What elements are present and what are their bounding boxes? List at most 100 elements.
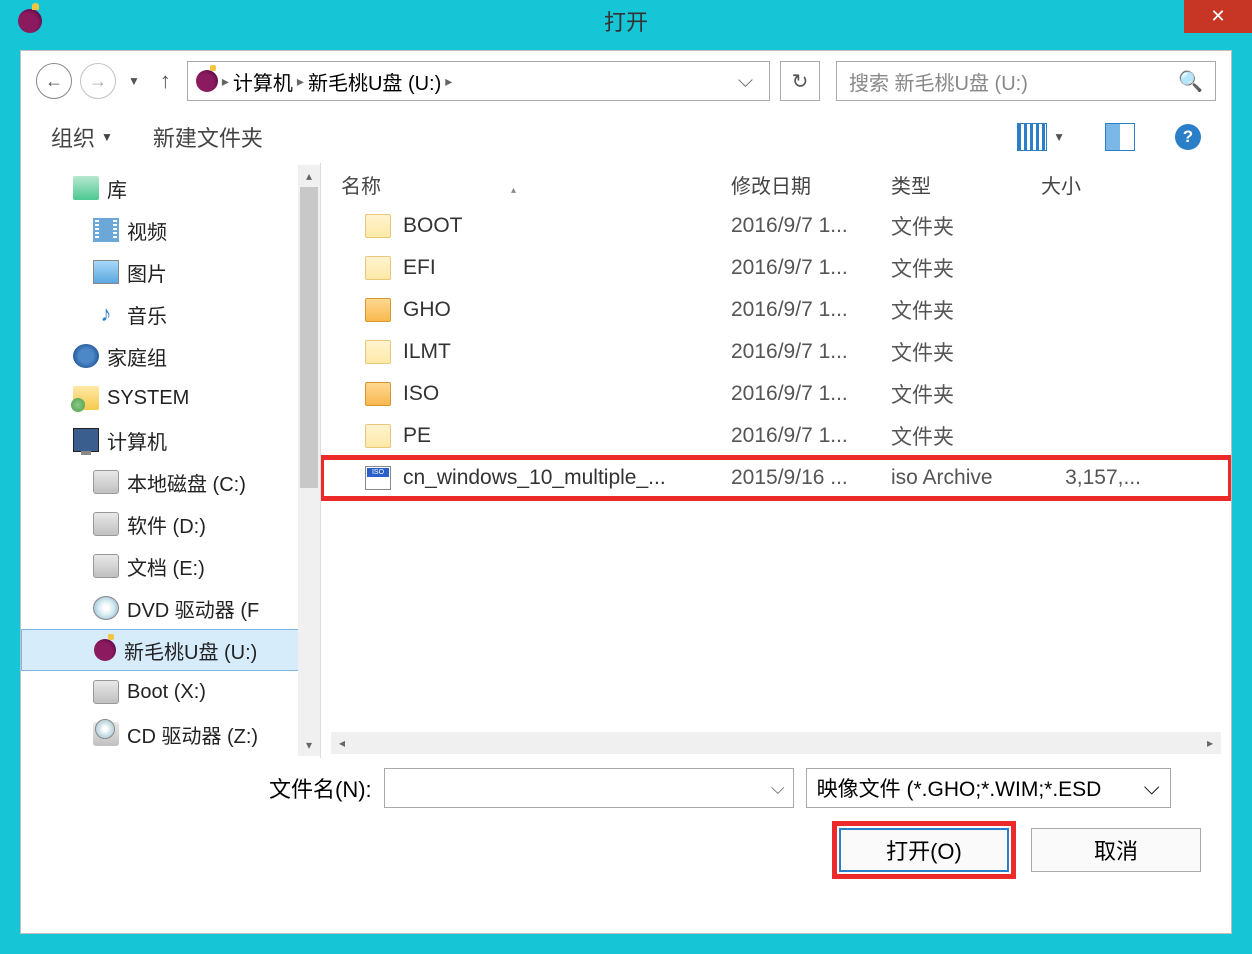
cancel-button[interactable]: 取消 bbox=[1031, 828, 1201, 872]
close-button[interactable]: ✕ bbox=[1184, 0, 1252, 33]
file-list-area: 名称▴ 修改日期 类型 大小 BOOT2016/9/7 1...文件夹 EFI2… bbox=[321, 163, 1231, 758]
scroll-track[interactable] bbox=[298, 187, 320, 734]
chevron-down-icon: ⌵ bbox=[1144, 776, 1160, 800]
tree-boot-x[interactable]: Boot (X:) bbox=[21, 671, 320, 713]
dvd-icon bbox=[93, 596, 119, 620]
app-icon bbox=[18, 9, 42, 33]
refresh-button[interactable]: ↻ bbox=[780, 61, 820, 101]
column-size[interactable]: 大小 bbox=[1041, 170, 1121, 199]
search-input[interactable]: 搜索 新毛桃U盘 (U:) 🔍 bbox=[836, 61, 1216, 101]
music-icon: ♪ bbox=[93, 302, 119, 326]
column-name[interactable]: 名称▴ bbox=[341, 170, 731, 199]
organize-button[interactable]: 组织 ▼ bbox=[51, 121, 113, 153]
breadcrumb[interactable]: ▸ 计算机 ▸ 新毛桃U盘 (U:) ▸ ⌵ bbox=[187, 61, 770, 101]
search-placeholder: 搜索 新毛桃U盘 (U:) bbox=[849, 67, 1028, 96]
homegroup-icon bbox=[73, 344, 99, 368]
drive-icon bbox=[93, 680, 119, 704]
chevron-right-icon[interactable]: ▸ bbox=[222, 73, 229, 90]
button-row: 打开(O) 取消 bbox=[51, 828, 1201, 872]
sort-indicator-icon: ▴ bbox=[511, 185, 516, 196]
toolbar: 组织 ▼ 新建文件夹 ▼ ? bbox=[21, 111, 1231, 163]
open-button[interactable]: 打开(O) bbox=[839, 828, 1009, 872]
content-area: 库 视频 图片 ♪音乐 家庭组 SYSTEM 计算机 本地磁盘 (C:) 软件 … bbox=[21, 163, 1231, 758]
scroll-track[interactable] bbox=[353, 732, 1199, 754]
library-icon bbox=[73, 176, 99, 200]
tree-music[interactable]: ♪音乐 bbox=[21, 293, 320, 335]
file-row[interactable]: ILMT2016/9/7 1...文件夹 bbox=[321, 331, 1231, 373]
preview-pane-button[interactable] bbox=[1105, 123, 1135, 151]
file-list: BOOT2016/9/7 1...文件夹 EFI2016/9/7 1...文件夹… bbox=[321, 205, 1231, 758]
drive-icon bbox=[93, 512, 119, 536]
scroll-left-icon[interactable]: ◂ bbox=[331, 732, 353, 754]
folder-icon bbox=[365, 214, 391, 238]
bottom-panel: 文件名(N): ⌵ 映像文件 (*.GHO;*.WIM;*.ESD ⌵ 打开(O… bbox=[21, 758, 1231, 882]
pictures-icon bbox=[93, 260, 119, 284]
tree-computer[interactable]: 计算机 bbox=[21, 419, 320, 461]
video-icon bbox=[93, 218, 119, 242]
drive-icon bbox=[93, 554, 119, 578]
scroll-up-icon[interactable]: ▴ bbox=[298, 165, 320, 187]
file-row[interactable]: GHO2016/9/7 1...文件夹 bbox=[321, 289, 1231, 331]
tree-drive-c[interactable]: 本地磁盘 (C:) bbox=[21, 461, 320, 503]
horizontal-scrollbar[interactable]: ◂ ▸ bbox=[331, 732, 1221, 754]
chevron-right-icon[interactable]: ▸ bbox=[445, 73, 452, 90]
tree-library[interactable]: 库 bbox=[21, 167, 320, 209]
column-headers: 名称▴ 修改日期 类型 大小 bbox=[321, 163, 1231, 205]
search-icon[interactable]: 🔍 bbox=[1178, 69, 1203, 94]
breadcrumb-dropdown-icon[interactable]: ⌵ bbox=[738, 70, 761, 93]
navigation-tree: 库 视频 图片 ♪音乐 家庭组 SYSTEM 计算机 本地磁盘 (C:) 软件 … bbox=[21, 163, 321, 758]
chevron-right-icon[interactable]: ▸ bbox=[297, 73, 304, 90]
folder-icon bbox=[365, 256, 391, 280]
new-folder-button[interactable]: 新建文件夹 bbox=[153, 121, 263, 153]
column-date[interactable]: 修改日期 bbox=[731, 170, 891, 199]
scroll-right-icon[interactable]: ▸ bbox=[1199, 732, 1221, 754]
chevron-down-icon[interactable]: ⌵ bbox=[771, 778, 785, 799]
file-row[interactable]: BOOT2016/9/7 1...文件夹 bbox=[321, 205, 1231, 247]
folder-icon bbox=[365, 298, 391, 322]
file-row[interactable]: EFI2016/9/7 1...文件夹 bbox=[321, 247, 1231, 289]
scroll-thumb[interactable] bbox=[300, 187, 318, 488]
file-row[interactable]: PE2016/9/7 1...文件夹 bbox=[321, 415, 1231, 457]
tree-video[interactable]: 视频 bbox=[21, 209, 320, 251]
filename-input[interactable]: ⌵ bbox=[384, 768, 794, 808]
back-button[interactable]: ← bbox=[36, 63, 72, 99]
filename-label: 文件名(N): bbox=[269, 772, 372, 804]
help-button[interactable]: ? bbox=[1175, 124, 1201, 150]
file-row[interactable]: ISO2016/9/7 1...文件夹 bbox=[321, 373, 1231, 415]
folder-icon bbox=[365, 382, 391, 406]
view-mode-button[interactable]: ▼ bbox=[1017, 123, 1065, 151]
tree-usb-u[interactable]: 新毛桃U盘 (U:) bbox=[21, 629, 320, 671]
titlebar: 打开 ✕ bbox=[0, 0, 1252, 42]
folder-icon bbox=[365, 424, 391, 448]
tree-scrollbar[interactable]: ▴ ▾ bbox=[298, 165, 320, 756]
open-dialog-window: 打开 ✕ ← → ▼ ↑ ▸ 计算机 ▸ 新毛桃U盘 (U:) ▸ ⌵ ↻ 搜索… bbox=[0, 0, 1252, 954]
tree-pictures[interactable]: 图片 bbox=[21, 251, 320, 293]
scroll-down-icon[interactable]: ▾ bbox=[298, 734, 320, 756]
tree-homegroup[interactable]: 家庭组 bbox=[21, 335, 320, 377]
file-type-filter[interactable]: 映像文件 (*.GHO;*.WIM;*.ESD ⌵ bbox=[806, 768, 1171, 808]
breadcrumb-seg-drive[interactable]: 新毛桃U盘 (U:) bbox=[308, 67, 441, 96]
drive-icon bbox=[93, 470, 119, 494]
column-type[interactable]: 类型 bbox=[891, 170, 1041, 199]
tree-dvd-f[interactable]: DVD 驱动器 (F bbox=[21, 587, 320, 629]
peach-icon bbox=[94, 639, 116, 661]
chevron-down-icon: ▼ bbox=[1053, 130, 1065, 144]
tree-drive-d[interactable]: 软件 (D:) bbox=[21, 503, 320, 545]
iso-file-icon bbox=[365, 466, 391, 490]
forward-button[interactable]: → bbox=[80, 63, 116, 99]
navigation-row: ← → ▼ ↑ ▸ 计算机 ▸ 新毛桃U盘 (U:) ▸ ⌵ ↻ 搜索 新毛桃U… bbox=[21, 51, 1231, 111]
dialog-body: ← → ▼ ↑ ▸ 计算机 ▸ 新毛桃U盘 (U:) ▸ ⌵ ↻ 搜索 新毛桃U… bbox=[20, 50, 1232, 934]
tree-cd-z[interactable]: CD 驱动器 (Z:) bbox=[21, 713, 320, 755]
up-button[interactable]: ↑ bbox=[152, 68, 179, 94]
filename-row: 文件名(N): ⌵ 映像文件 (*.GHO;*.WIM;*.ESD ⌵ bbox=[51, 768, 1201, 808]
folder-icon bbox=[365, 340, 391, 364]
file-row-iso[interactable]: cn_windows_10_multiple_...2015/9/16 ...i… bbox=[321, 457, 1231, 499]
history-dropdown-icon[interactable]: ▼ bbox=[124, 74, 144, 88]
window-title: 打开 bbox=[604, 5, 648, 37]
breadcrumb-icon bbox=[196, 70, 218, 92]
details-view-icon bbox=[1017, 123, 1047, 151]
tree-system[interactable]: SYSTEM bbox=[21, 377, 320, 419]
system-icon bbox=[73, 386, 99, 410]
tree-drive-e[interactable]: 文档 (E:) bbox=[21, 545, 320, 587]
breadcrumb-seg-computer[interactable]: 计算机 bbox=[233, 67, 293, 96]
